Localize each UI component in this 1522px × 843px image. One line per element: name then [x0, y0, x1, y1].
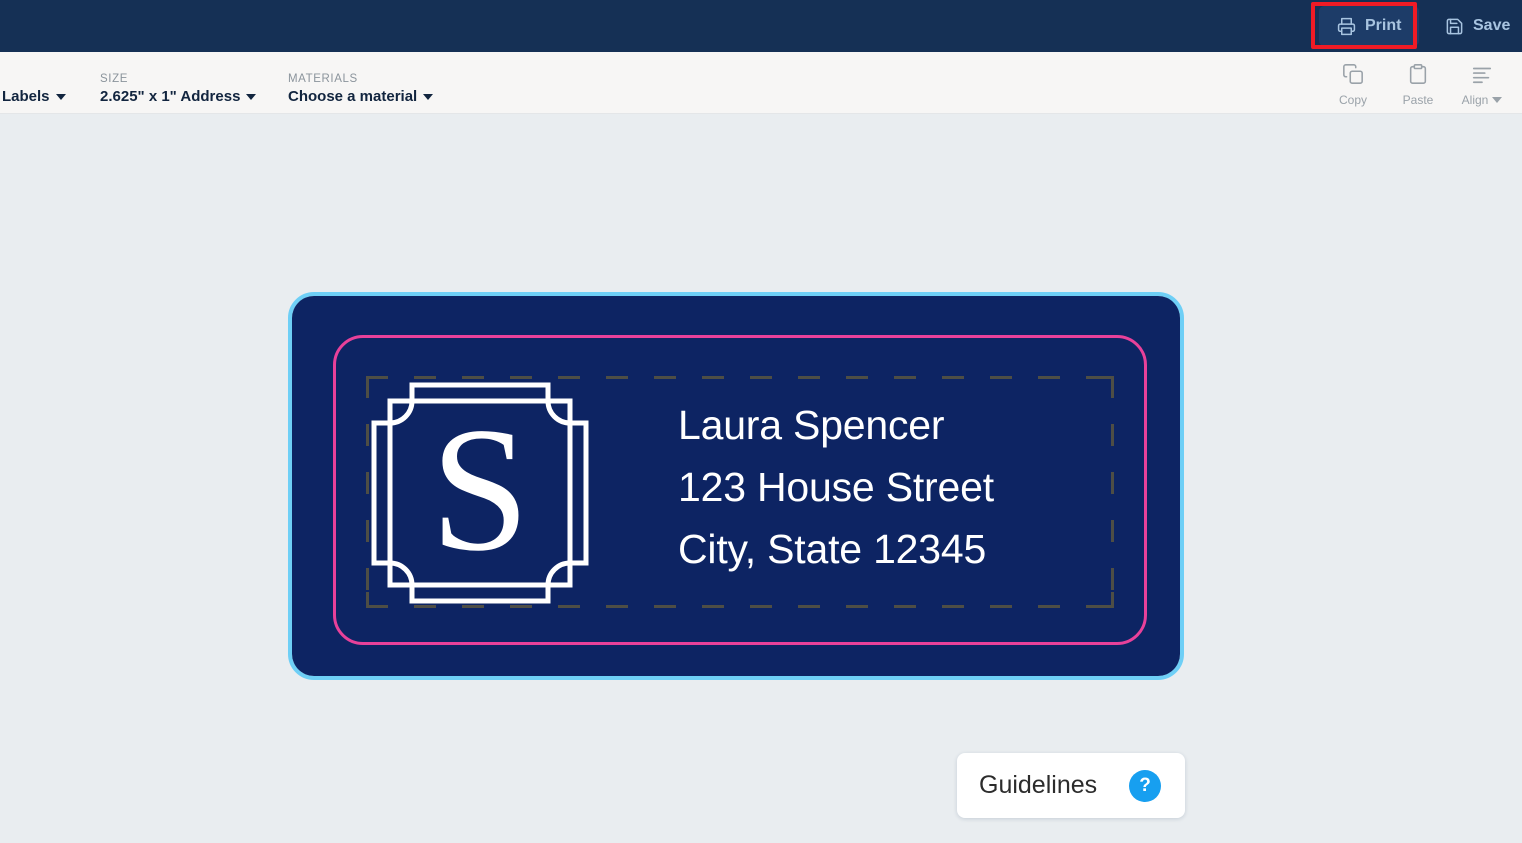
address-line-3: City, State 12345 [678, 526, 987, 572]
product-type-label: Labels [2, 88, 50, 105]
print-button-label: Print [1365, 17, 1402, 34]
printer-icon [1337, 17, 1356, 36]
paste-icon [1407, 63, 1429, 90]
editor-toolbar: Labels SIZE 2.625" x 1" Address MATERIAL… [0, 52, 1522, 114]
paste-button-label: Paste [1402, 93, 1434, 107]
align-left-icon [1471, 63, 1493, 90]
align-button-label: Align [1462, 93, 1503, 107]
toolbar-group-materials: MATERIALS Choose a material [288, 73, 434, 105]
toolbar-group-product: Labels [2, 88, 66, 105]
safe-area-guide-right [1111, 376, 1114, 608]
copy-icon [1342, 63, 1364, 90]
print-button[interactable]: Print [1319, 6, 1420, 46]
save-button[interactable]: Save [1427, 6, 1522, 46]
align-label-text: Align [1461, 93, 1489, 107]
size-heading: SIZE [100, 73, 128, 85]
toolbar-group-size: SIZE 2.625" x 1" Address [100, 73, 257, 105]
floppy-disk-icon [1445, 17, 1464, 36]
label-selection-frame[interactable]: S Laura Spencer 123 House Street City, S… [288, 292, 1184, 680]
product-type-dropdown[interactable]: Labels [2, 88, 66, 105]
guidelines-widget[interactable]: Guidelines ? [957, 753, 1185, 818]
design-canvas[interactable]: S Laura Spencer 123 House Street City, S… [0, 114, 1522, 843]
chevron-down-icon [55, 93, 66, 100]
align-button[interactable]: Align [1450, 63, 1514, 107]
print-button-wrapper: Print [1319, 6, 1420, 46]
save-button-label: Save [1473, 17, 1511, 34]
materials-heading: MATERIALS [288, 73, 358, 85]
size-dropdown[interactable]: 2.625" x 1" Address [100, 88, 257, 105]
size-value: 2.625" x 1" Address [100, 88, 241, 105]
help-icon[interactable]: ? [1129, 769, 1161, 802]
safe-area-corner-top-right [1098, 376, 1114, 392]
chevron-down-icon [1492, 97, 1503, 103]
address-line-2: 123 House Street [678, 464, 994, 510]
chevron-down-icon [423, 93, 434, 100]
copy-button[interactable]: Copy [1321, 63, 1385, 107]
materials-dropdown[interactable]: Choose a material [288, 88, 434, 105]
materials-value: Choose a material [288, 88, 418, 105]
address-line-1: Laura Spencer [678, 402, 945, 448]
monogram-graphic[interactable]: S [368, 379, 592, 607]
copy-button-label: Copy [1338, 93, 1367, 107]
top-navigation-bar: Print Save [0, 0, 1522, 52]
guidelines-label: Guidelines [979, 771, 1098, 799]
paste-button[interactable]: Paste [1386, 63, 1450, 107]
monogram-letter: S [430, 390, 530, 588]
chevron-down-icon [246, 93, 257, 100]
address-text-block[interactable]: Laura Spencer 123 House Street City, Sta… [678, 394, 1108, 580]
save-button-wrapper: Save [1427, 6, 1522, 46]
safe-area-corner-bottom-right [1098, 592, 1114, 608]
label-artboard[interactable]: S Laura Spencer 123 House Street City, S… [292, 296, 1180, 676]
